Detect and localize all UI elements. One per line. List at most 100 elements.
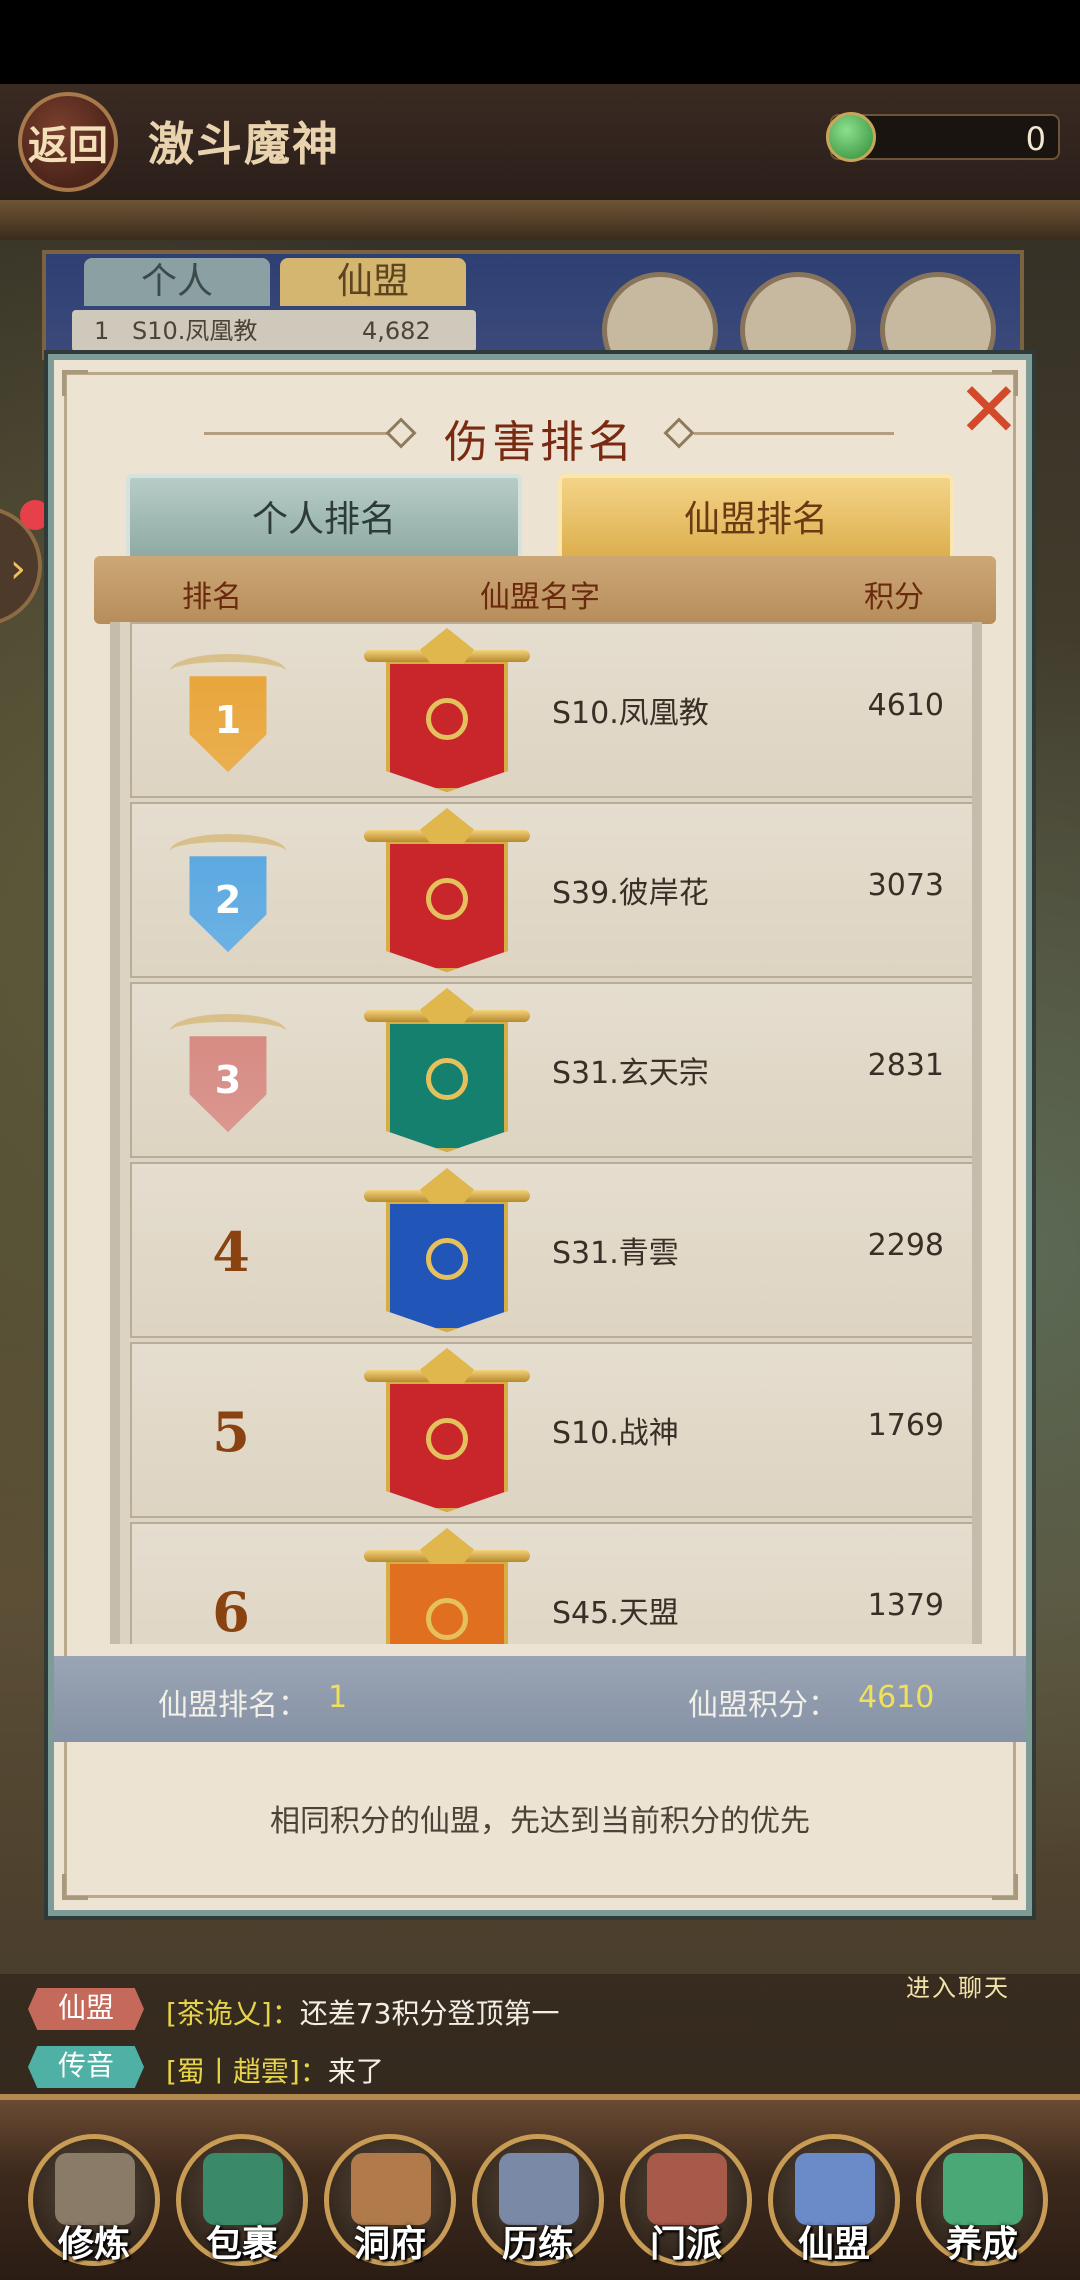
alliance-banner-icon [364,808,530,974]
alliance-score: 1379 [867,1588,944,1623]
corner-ornament [992,1874,1018,1900]
alliance-name: S31.玄天宗 [552,1056,709,1091]
alliance-name: S39.彼岸花 [552,876,709,911]
banner-crest [420,1348,474,1384]
nav-cultivate-button[interactable]: 修炼 [28,2134,160,2266]
nav-sect-button[interactable]: 门派 [620,2134,752,2266]
my-score-label: 仙盟积分： [688,1688,838,1723]
my-alliance-summary: 仙盟排名： 1 仙盟积分： 4610 [54,1656,1026,1742]
alliance-banner-icon [364,988,530,1154]
alliance-name: S10.战神 [552,1416,679,1451]
corner-ornament [62,1874,88,1900]
chat-message: [茶诡乂]：还差73积分登顶第一 [166,1992,560,2032]
column-rank: 排名 [182,580,242,615]
rank-number: 5 [212,1400,250,1464]
banner-crest [420,628,474,664]
alliance-banner-icon [364,628,530,794]
chevron-right-icon: › [10,546,26,592]
damage-ranking-dialog: 伤害排名 ✕ 个人排名 仙盟排名 排名 仙盟名字 积分 1 S10.凤凰教 4610… [48,354,1032,1916]
chat-sender: [茶诡乂]： [166,1997,300,2030]
table-header: 排名 仙盟名字 积分 [94,556,996,624]
nav-label: 养成 [945,2223,1018,2265]
chat-sender: [蜀丨趙雲]： [166,2055,328,2088]
page-title: 激斗魔神 [148,117,340,171]
chat-message: [蜀丨趙雲]：来了 [166,2050,384,2090]
alliance-score: 3073 [867,868,944,903]
moon-icon [426,1238,468,1280]
alliance-score: 1769 [867,1408,944,1443]
banner-crest [420,1528,474,1564]
chat-channel-whisper: 传音 [28,2046,144,2088]
sun-icon [426,1598,468,1640]
banner-crest [420,808,474,844]
my-rank-value: 1 [328,1680,348,1715]
bg-row-name: S10.凤凰教 [132,317,258,345]
alliance-score: 4610 [867,688,944,723]
alliance-score: 2831 [867,1048,944,1083]
nav-label: 门派 [649,2223,722,2265]
decorative-rail [0,200,1080,240]
banner-crest [420,1168,474,1204]
bg-top-row: 1 S10.凤凰教 4,682 [72,310,476,352]
swirl-icon [426,1058,468,1100]
nav-cave-button[interactable]: 洞府 [324,2134,456,2266]
bg-tab-alliance[interactable]: 仙盟 [280,258,466,306]
alliance-score: 2298 [867,1228,944,1263]
dialog-title: 伤害排名 [444,417,636,468]
tab-alliance-ranking[interactable]: 仙盟排名 [558,474,954,562]
alliance-name: S31.青雲 [552,1236,679,1271]
jade-coin-icon [826,112,876,162]
tab-personal-ranking[interactable]: 个人排名 [126,474,522,562]
nav-label: 洞府 [353,2223,426,2265]
currency-value: 0 [1025,120,1046,158]
corner-ornament [62,370,88,396]
phoenix-icon [426,1418,468,1460]
alliance-banner-icon [364,1528,530,1644]
ranking-list[interactable]: 1 S10.凤凰教 4610 2 S39.彼岸花 3073 3 S31.玄天宗 2831 4 S31… [110,622,982,1644]
phoenix-icon [426,698,468,740]
nav-trial-button[interactable]: 历练 [472,2134,604,2266]
my-score-value: 4610 [858,1680,935,1715]
nav-label: 历练 [501,2223,574,2265]
notification-dot [20,500,50,530]
banner-crest [420,988,474,1024]
my-rank-label: 仙盟排名： [158,1688,308,1723]
ranking-row[interactable]: 3 S31.玄天宗 2831 [130,982,972,1158]
rank-medal-icon: 3 [189,1036,267,1132]
chat-text: 还差73积分登顶第一 [299,1997,560,2030]
bg-row-rank: 1 [94,317,110,345]
ranking-row[interactable]: 1 S10.凤凰教 4610 [130,622,972,798]
nav-label: 仙盟 [797,2223,870,2265]
bg-row-score: 4,682 [362,317,431,345]
bg-tab-personal[interactable]: 个人 [84,258,270,306]
back-button[interactable]: 返回 [18,92,118,192]
nav-alliance-button[interactable]: 仙盟 [768,2134,900,2266]
alliance-banner-icon [364,1348,530,1514]
column-score: 积分 [864,580,924,615]
ranking-row[interactable]: 4 S31.青雲 2298 [130,1162,972,1338]
chat-channel-alliance: 仙盟 [28,1988,144,2030]
alliance-banner-icon [364,1168,530,1334]
nav-label: 修炼 [57,2223,130,2265]
enter-chat-button[interactable]: 进入聊天 [906,1968,1010,2003]
currency-display: 0 [826,112,1060,162]
close-icon[interactable]: ✕ [954,372,1024,448]
chat-text: 来了 [327,2055,384,2088]
rank-medal-icon: 2 [189,856,267,952]
rank-number: 6 [212,1580,250,1644]
alliance-name: S45.天盟 [552,1596,679,1631]
bottom-navigation: 修炼 包裹 洞府 历练 门派 仙盟 养成 [0,2094,1080,2280]
nav-label: 包裹 [205,2223,278,2265]
phoenix-icon [426,878,468,920]
tie-break-note: 相同积分的仙盟，先达到当前积分的优先 [270,1804,810,1839]
column-name: 仙盟名字 [480,580,600,615]
nav-bag-button[interactable]: 包裹 [176,2134,308,2266]
status-bar [0,0,1080,84]
nav-nurture-button[interactable]: 养成 [916,2134,1048,2266]
rank-medal-icon: 1 [189,676,267,772]
rank-number: 4 [212,1220,250,1284]
alliance-name: S10.凤凰教 [552,696,709,731]
ranking-row[interactable]: 2 S39.彼岸花 3073 [130,802,972,978]
ranking-row[interactable]: 6 S45.天盟 1379 [130,1522,972,1644]
ranking-row[interactable]: 5 S10.战神 1769 [130,1342,972,1518]
